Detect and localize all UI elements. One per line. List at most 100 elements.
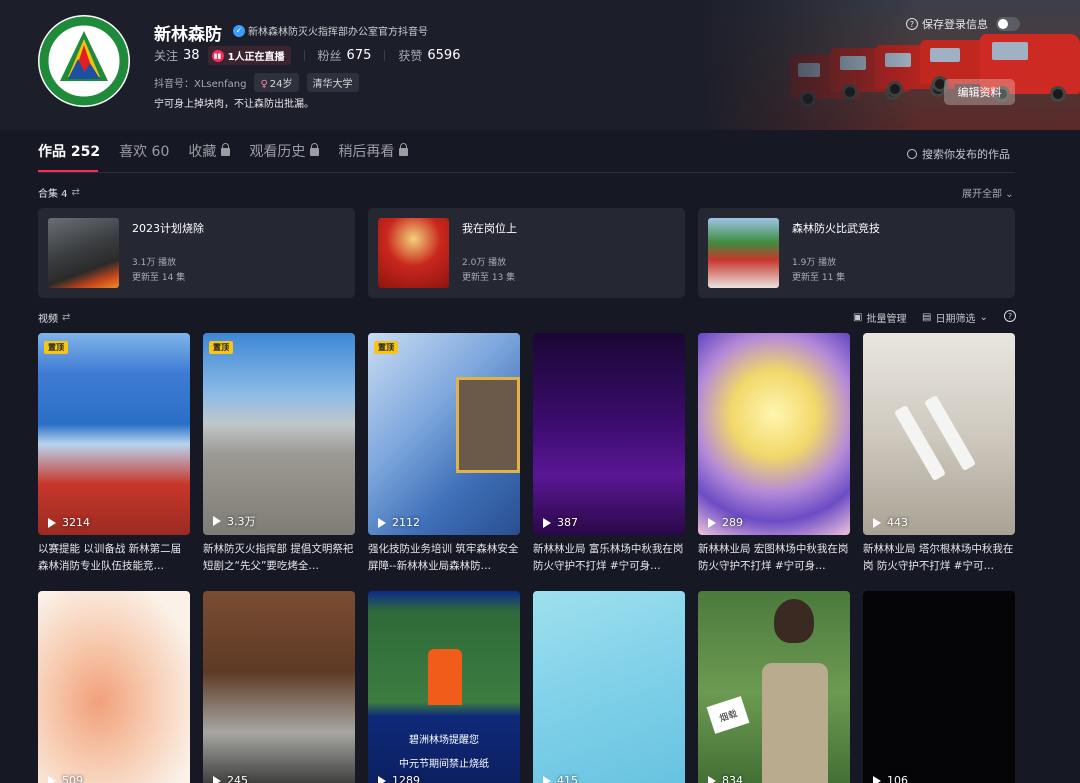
likes-count: 6596 xyxy=(427,48,461,63)
video-item[interactable]: 443 新林林业局 塔尔根林场中秋我在岗 防火守护不打烊 #宁可… xyxy=(863,333,1015,575)
save-login-setting: ? 保存登录信息 xyxy=(906,16,1020,32)
videos-header[interactable]: 视频 ⇄ xyxy=(38,310,70,325)
fans-label[interactable]: 粉丝 xyxy=(318,47,342,64)
live-icon: ▮▮ xyxy=(211,49,224,62)
collection-thumbnail xyxy=(708,218,779,288)
play-count: 106 xyxy=(873,774,908,783)
video-item[interactable]: 245 xyxy=(203,591,355,783)
video-title: 新林林业局 宏图林场中秋我在岗 防火守护不打烊 #宁可身… xyxy=(698,543,849,572)
tab-history[interactable]: 观看历史 xyxy=(249,141,320,161)
video-item[interactable]: 509 xyxy=(38,591,190,783)
video-item[interactable]: 289 新林林业局 宏图林场中秋我在岗 防火守护不打烊 #宁可身… xyxy=(698,333,850,575)
play-icon xyxy=(543,775,551,783)
sort-icon: ⇄ xyxy=(62,312,71,323)
video-thumbnail: 245 xyxy=(203,591,355,783)
collection-card[interactable]: 2023计划烧除 3.1万 播放 更新至 14 集 xyxy=(38,208,355,298)
save-login-toggle[interactable] xyxy=(996,17,1020,31)
following-label[interactable]: 关注 xyxy=(154,47,178,64)
play-icon xyxy=(873,775,881,783)
age-tag: ♀ 24岁 xyxy=(254,73,299,92)
video-item[interactable]: 烟载 834 xyxy=(698,591,850,783)
pinned-badge: 置顶 xyxy=(44,341,68,354)
tab-works[interactable]: 作品 252 xyxy=(38,141,100,161)
video-title: 强化技防业务培训 筑牢森林安全屏障--新林林业局森林防… xyxy=(368,543,519,572)
forest-fire-logo-icon xyxy=(39,16,129,106)
video-item[interactable]: 387 新林林业局 富乐林场中秋我在岗 防火守护不打烊 #宁可身… xyxy=(533,333,685,575)
play-count: 509 xyxy=(48,774,83,783)
video-thumbnail: 置顶 3214 xyxy=(38,333,190,535)
play-count: 245 xyxy=(213,774,248,783)
play-icon xyxy=(543,517,551,528)
profile-meta: 抖音号：XLsenfang ♀ 24岁 清华大学 xyxy=(154,73,359,92)
play-count: 834 xyxy=(708,774,743,783)
video-item[interactable]: 置顶 3.3万 新林防灭火指挥部 提倡文明祭祀短剧之“先父”要吃烤全… xyxy=(203,333,355,575)
tab-likes[interactable]: 喜欢 60 xyxy=(119,141,169,161)
search-icon xyxy=(907,149,917,159)
video-thumbnail: 387 xyxy=(533,333,685,535)
fans-count[interactable]: 675 xyxy=(347,48,372,63)
collection-thumbnail xyxy=(48,218,119,288)
sign-text: 烟载 xyxy=(706,696,750,734)
help-icon[interactable]: ? xyxy=(1004,310,1016,322)
live-badge[interactable]: ▮▮ 1人正在直播 xyxy=(207,46,291,65)
video-item[interactable]: 106 xyxy=(863,591,1015,783)
help-icon[interactable]: ? xyxy=(906,18,918,30)
batch-manage-button[interactable]: ▣ 批量管理 xyxy=(853,310,906,325)
play-icon xyxy=(708,775,716,783)
video-item[interactable]: 置顶 3214 以赛提能 以训备战 新林第二届森林消防专业队伍技能竞… xyxy=(38,333,190,575)
expand-all-button[interactable]: 展开全部 ⌄ xyxy=(962,185,1014,200)
verify-text: 新林森林防灭火指挥部办公室官方抖音号 xyxy=(248,27,428,38)
likes-label: 获赞 xyxy=(398,49,423,63)
overlay-text: 碧洲林场提醒您 xyxy=(409,735,479,746)
play-count: 3.3万 xyxy=(213,513,256,529)
video-thumbnail: 415 xyxy=(533,591,685,783)
play-count: 387 xyxy=(543,516,578,529)
calendar-icon: ▤ xyxy=(922,312,932,323)
date-filter-button[interactable]: ▤ 日期筛选 ⌄ xyxy=(922,310,988,325)
edit-profile-button[interactable]: 编辑资料 xyxy=(944,79,1015,105)
profile-stats: 关注 38 ▮▮ 1人正在直播 粉丝 675 获赞 6596 xyxy=(154,46,460,65)
school-tag: 清华大学 xyxy=(306,73,359,92)
profile-name: 新林森防 xyxy=(154,25,222,45)
play-count: 3214 xyxy=(48,516,90,529)
video-item[interactable]: 置顶 2112 强化技防业务培训 筑牢森林安全屏障--新林林业局森林防… xyxy=(368,333,520,575)
lock-icon xyxy=(399,143,409,156)
gender-icon: ♀ xyxy=(260,79,268,90)
collection-card[interactable]: 森林防火比武竞技 1.9万 播放 更新至 11 集 xyxy=(698,208,1015,298)
video-thumbnail: 碧洲林场提醒您 中元节期间禁止烧纸 1289 xyxy=(368,591,520,783)
play-icon xyxy=(708,517,716,528)
following-count[interactable]: 38 xyxy=(183,48,200,63)
douyin-id: 抖音号：XLsenfang xyxy=(154,79,247,90)
play-count: 2112 xyxy=(378,516,420,529)
video-item[interactable]: 碧洲林场提醒您 中元节期间禁止烧纸 1289 xyxy=(368,591,520,783)
video-thumbnail: 置顶 3.3万 xyxy=(203,333,355,535)
collections-header[interactable]: 合集 4 ⇄ xyxy=(38,185,80,200)
play-count: 443 xyxy=(873,516,908,529)
play-icon xyxy=(213,516,221,526)
play-count: 1289 xyxy=(378,774,420,783)
video-thumbnail: 443 xyxy=(863,333,1015,535)
avatar[interactable] xyxy=(38,15,130,107)
video-title: 以赛提能 以训备战 新林第二届森林消防专业队伍技能竞… xyxy=(38,543,182,572)
video-thumbnail: 置顶 2112 xyxy=(368,333,520,535)
pinned-badge: 置顶 xyxy=(209,341,233,354)
verified-icon: ✓ xyxy=(233,24,245,37)
play-icon xyxy=(378,775,386,783)
play-count: 289 xyxy=(708,516,743,529)
video-thumbnail: 106 xyxy=(863,591,1015,783)
tab-favorites[interactable]: 收藏 xyxy=(188,141,231,161)
play-count: 415 xyxy=(543,774,578,783)
play-icon xyxy=(48,775,56,783)
play-icon xyxy=(213,775,221,783)
video-title: 新林林业局 富乐林场中秋我在岗 防火守护不打烊 #宁可身… xyxy=(533,543,684,572)
search-posts-button[interactable]: 搜索你发布的作品 xyxy=(907,146,1010,162)
profile-tabs: 作品 252 喜欢 60 收藏 观看历史 稍后再看 xyxy=(38,141,427,161)
collection-thumbnail xyxy=(378,218,449,288)
tab-watch-later[interactable]: 稍后再看 xyxy=(338,141,409,161)
live-text: 1人正在直播 xyxy=(227,52,285,63)
collection-card[interactable]: 我在岗位上 2.0万 播放 更新至 13 集 xyxy=(368,208,685,298)
video-item[interactable]: 415 xyxy=(533,591,685,783)
overlay-text: 中元节期间禁止烧纸 xyxy=(399,759,489,770)
verification-badge: ✓ 新林森林防灭火指挥部办公室官方抖音号 xyxy=(233,23,428,38)
profile-bio: 宁可身上掉块肉，不让森防出批漏。 xyxy=(154,99,314,110)
